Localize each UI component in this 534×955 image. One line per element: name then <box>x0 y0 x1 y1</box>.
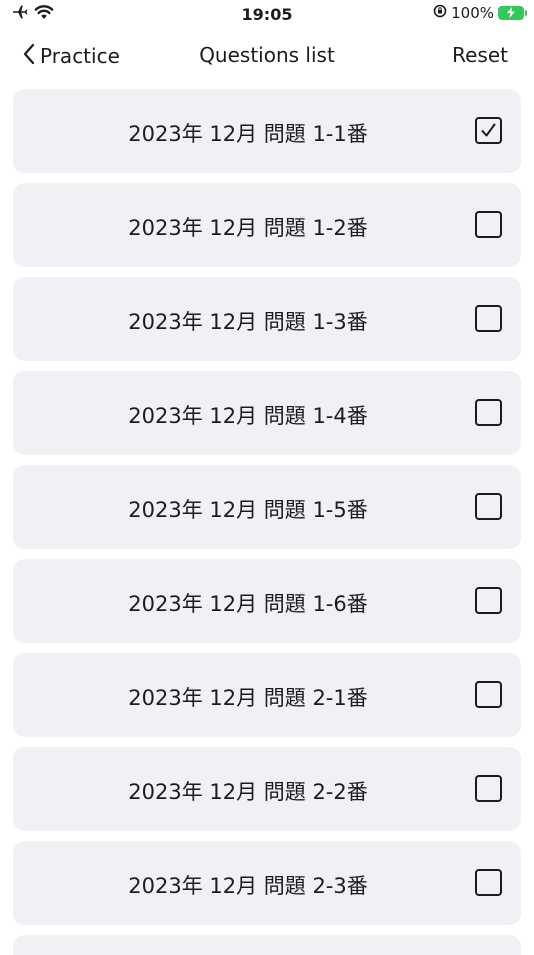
question-label: 2023年 12月 問題 2-1番 <box>128 686 368 710</box>
question-label: 2023年 12月 問題 2-3番 <box>128 874 368 898</box>
checkmark-icon <box>481 123 496 137</box>
question-label: 2023年 12月 問題 1-5番 <box>128 498 368 522</box>
question-label: 2023年 12月 問題 2-2番 <box>128 780 368 804</box>
status-right: 100% <box>433 4 527 22</box>
battery-percent: 100% <box>451 4 494 22</box>
question-checkbox[interactable] <box>475 587 502 614</box>
question-checkbox[interactable] <box>475 681 502 708</box>
question-row-partial[interactable] <box>13 935 521 955</box>
questions-list: 2023年 12月 問題 1-1番 2023年 12月 問題 1-2番 2023… <box>13 89 521 955</box>
question-checkbox[interactable] <box>475 305 502 332</box>
question-label: 2023年 12月 問題 1-6番 <box>128 592 368 616</box>
question-checkbox[interactable] <box>475 117 502 144</box>
question-checkbox[interactable] <box>475 399 502 426</box>
question-row[interactable]: 2023年 12月 問題 2-2番 <box>13 747 521 831</box>
question-label: 2023年 12月 問題 1-2番 <box>128 216 368 240</box>
question-label: 2023年 12月 問題 1-1番 <box>128 122 368 146</box>
question-row[interactable]: 2023年 12月 問題 1-4番 <box>13 371 521 455</box>
question-checkbox[interactable] <box>475 775 502 802</box>
question-row[interactable]: 2023年 12月 問題 2-1番 <box>13 653 521 737</box>
reset-button[interactable]: Reset <box>452 43 508 67</box>
question-row[interactable]: 2023年 12月 問題 1-2番 <box>13 183 521 267</box>
question-checkbox[interactable] <box>475 493 502 520</box>
status-bar: 19:05 100% <box>0 0 534 30</box>
orientation-lock-icon <box>433 4 447 22</box>
question-checkbox[interactable] <box>475 211 502 238</box>
question-checkbox[interactable] <box>475 869 502 896</box>
navigation-bar: Practice Questions list Reset <box>0 30 534 80</box>
question-row[interactable]: 2023年 12月 問題 2-3番 <box>13 841 521 925</box>
question-row[interactable]: 2023年 12月 問題 1-6番 <box>13 559 521 643</box>
question-label: 2023年 12月 問題 1-3番 <box>128 310 368 334</box>
question-row[interactable]: 2023年 12月 問題 1-3番 <box>13 277 521 361</box>
battery-charging-icon <box>498 6 527 20</box>
question-label: 2023年 12月 問題 1-4番 <box>128 404 368 428</box>
question-row[interactable]: 2023年 12月 問題 1-5番 <box>13 465 521 549</box>
question-row[interactable]: 2023年 12月 問題 1-1番 <box>13 89 521 173</box>
